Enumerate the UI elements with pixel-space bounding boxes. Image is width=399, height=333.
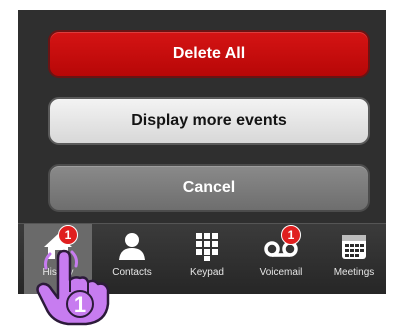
cancel-label: Cancel	[182, 179, 236, 196]
keypad-icon	[189, 231, 225, 261]
delete-all-button[interactable]: Delete All	[48, 30, 370, 78]
display-more-events-button[interactable]: Display more events	[48, 97, 370, 145]
cancel-button[interactable]: Cancel	[48, 164, 370, 212]
tab-keypad[interactable]: Keypad	[173, 224, 241, 294]
meetings-icon	[336, 231, 372, 261]
tab-voicemail[interactable]: 1 Voicemail	[247, 224, 315, 294]
history-badge: 1	[58, 225, 78, 245]
voicemail-icon: 1	[263, 225, 301, 261]
tab-meetings-label: Meetings	[333, 267, 375, 278]
tab-keypad-label: Keypad	[190, 267, 224, 278]
tap-pointer-icon: 1	[28, 246, 124, 328]
tab-voicemail-label: Voicemail	[259, 267, 303, 278]
delete-all-label: Delete All	[172, 45, 246, 62]
tab-meetings[interactable]: Meetings	[320, 224, 386, 294]
voicemail-badge: 1	[281, 225, 301, 245]
display-more-events-label: Display more events	[131, 112, 287, 129]
step-number: 1	[74, 292, 86, 317]
